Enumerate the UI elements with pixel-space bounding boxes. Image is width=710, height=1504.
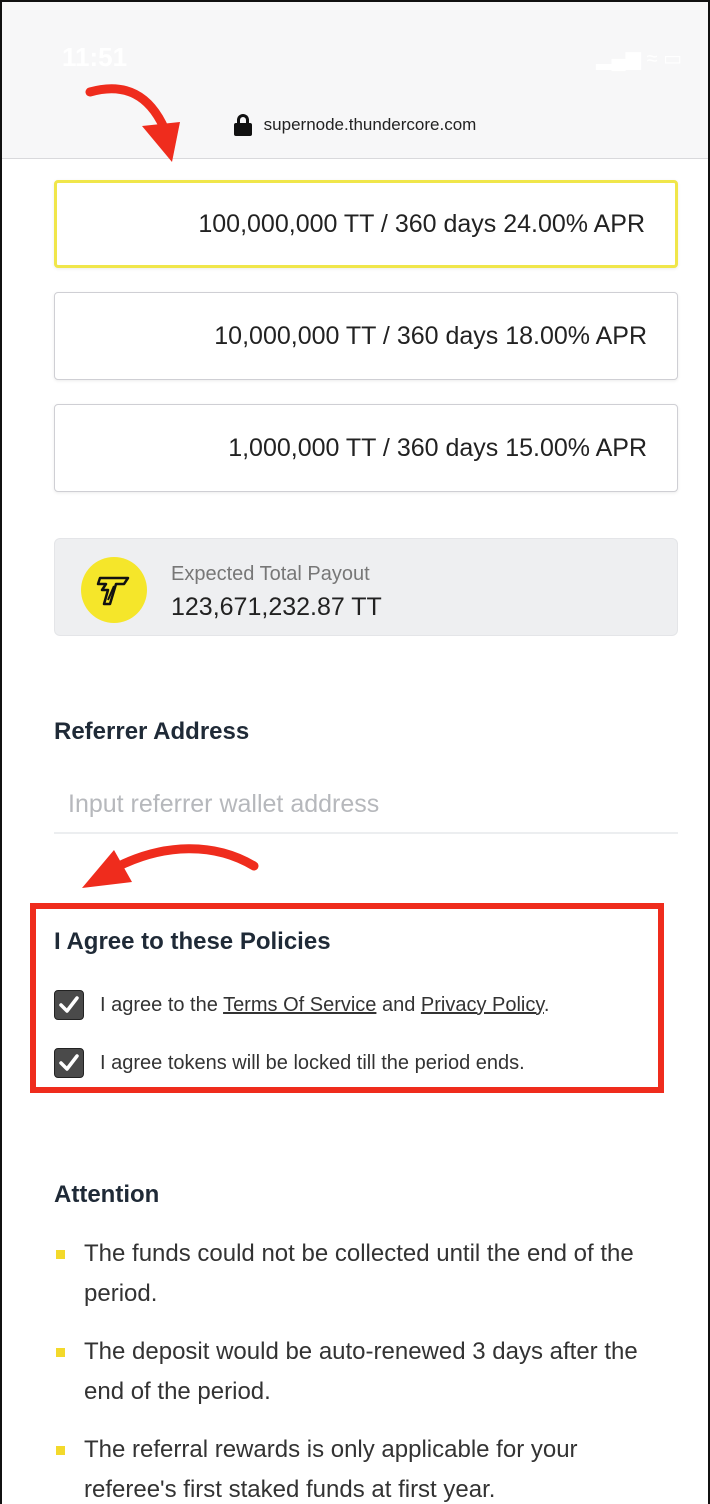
attention-item-text: The deposit would be auto-renewed 3 days… — [84, 1338, 638, 1405]
lock-agreement-text: I agree tokens will be locked till the p… — [100, 1051, 525, 1074]
annotation-arrow-middle — [82, 844, 259, 888]
terms-prefix: I agree to the — [100, 993, 224, 1016]
bullet-icon — [56, 1250, 65, 1259]
url-text: supernode.thundercore.com — [263, 115, 477, 134]
plan-option-10m[interactable]: 10,000,000 TT / 360 days 18.00% APR — [54, 292, 678, 380]
attention-item-text: The funds could not be collected until t… — [84, 1240, 634, 1307]
plan-label: 100,000,000 TT / 360 days 24.00% APR — [198, 209, 645, 238]
terms-of-service-link[interactable]: Terms Of Service — [223, 994, 376, 1016]
referrer-title: Referrer Address — [54, 718, 250, 745]
payout-value: 123,671,232.87 TT — [171, 593, 382, 621]
annotation-arrow-top — [85, 84, 180, 162]
thundercore-coin-icon — [81, 557, 147, 623]
plan-label: 1,000,000 TT / 360 days 15.00% APR — [228, 433, 647, 462]
terms-checkbox-row: I agree to the Terms Of Service and Priv… — [54, 990, 549, 1020]
attention-title: Attention — [54, 1181, 160, 1208]
payout-label: Expected Total Payout — [171, 563, 370, 585]
bullet-icon — [56, 1446, 65, 1455]
policies-title: I Agree to these Policies — [54, 928, 331, 955]
terms-mid: and — [376, 993, 421, 1016]
check-icon — [59, 996, 79, 1013]
terms-text: I agree to the Terms Of Service and Priv… — [100, 994, 549, 1017]
check-icon — [59, 1054, 79, 1071]
referrer-address-input[interactable] — [54, 776, 678, 834]
lock-checkbox-row: I agree tokens will be locked till the p… — [54, 1048, 525, 1078]
status-time: 11:51 — [62, 42, 128, 72]
plan-option-1m[interactable]: 1,000,000 TT / 360 days 15.00% APR — [54, 404, 678, 492]
status-icons: ▂▄▆ ≈ ▭ — [596, 48, 682, 70]
plan-label: 10,000,000 TT / 360 days 18.00% APR — [214, 321, 647, 350]
privacy-policy-link[interactable]: Privacy Policy — [421, 994, 544, 1016]
attention-item: The funds could not be collected until t… — [54, 1234, 654, 1314]
terms-checkbox[interactable] — [54, 990, 84, 1020]
lock-icon — [233, 114, 252, 136]
lock-agreement-checkbox[interactable] — [54, 1048, 84, 1078]
expected-payout-box: Expected Total Payout 123,671,232.87 TT — [54, 538, 678, 636]
attention-item: The referral rewards is only applicable … — [54, 1430, 654, 1504]
bullet-icon — [56, 1348, 65, 1357]
terms-suffix: . — [543, 993, 550, 1016]
attention-item-text: The referral rewards is only applicable … — [84, 1436, 578, 1503]
plan-option-100m[interactable]: 100,000,000 TT / 360 days 24.00% APR — [54, 180, 678, 268]
attention-item: The deposit would be auto-renewed 3 days… — [54, 1332, 654, 1412]
